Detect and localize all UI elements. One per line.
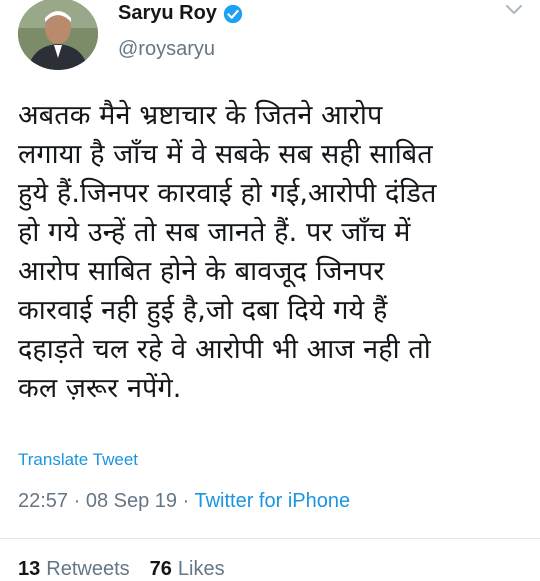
likes-label: Likes xyxy=(177,558,225,580)
display-name[interactable]: Saryu Roy xyxy=(118,2,217,25)
meta-separator: · xyxy=(177,490,195,512)
verified-badge-icon xyxy=(223,4,243,23)
tweet-header: Saryu Roy @roysaryu xyxy=(0,0,540,80)
user-handle[interactable]: @roysaryu xyxy=(118,38,215,61)
tweet-stats: 13 Retweets 76 Likes xyxy=(18,558,245,581)
divider xyxy=(0,538,540,539)
meta-separator: · xyxy=(68,490,86,512)
retweets-label: Retweets xyxy=(46,558,130,580)
likes-count: 76 xyxy=(149,558,172,580)
retweets-count: 13 xyxy=(18,558,41,580)
tweet-date[interactable]: 08 Sep 19 xyxy=(86,490,177,512)
chevron-down-icon[interactable] xyxy=(505,4,523,16)
translate-tweet-link[interactable]: Translate Tweet xyxy=(18,450,138,470)
tweet-text: अबतक मैने भ्रष्टाचार के जितने आरोप लगाया… xyxy=(18,100,437,404)
avatar[interactable] xyxy=(18,0,98,70)
tweet-time[interactable]: 22:57 xyxy=(18,490,68,512)
retweets-stat[interactable]: 13 Retweets xyxy=(18,558,130,581)
avatar-photo xyxy=(18,0,98,70)
tweet-source-link[interactable]: Twitter for iPhone xyxy=(194,490,350,512)
author-name-row[interactable]: Saryu Roy xyxy=(118,2,243,25)
likes-stat[interactable]: 76 Likes xyxy=(150,558,225,581)
tweet-meta: 22:57 · 08 Sep 19 · Twitter for iPhone xyxy=(18,490,350,513)
